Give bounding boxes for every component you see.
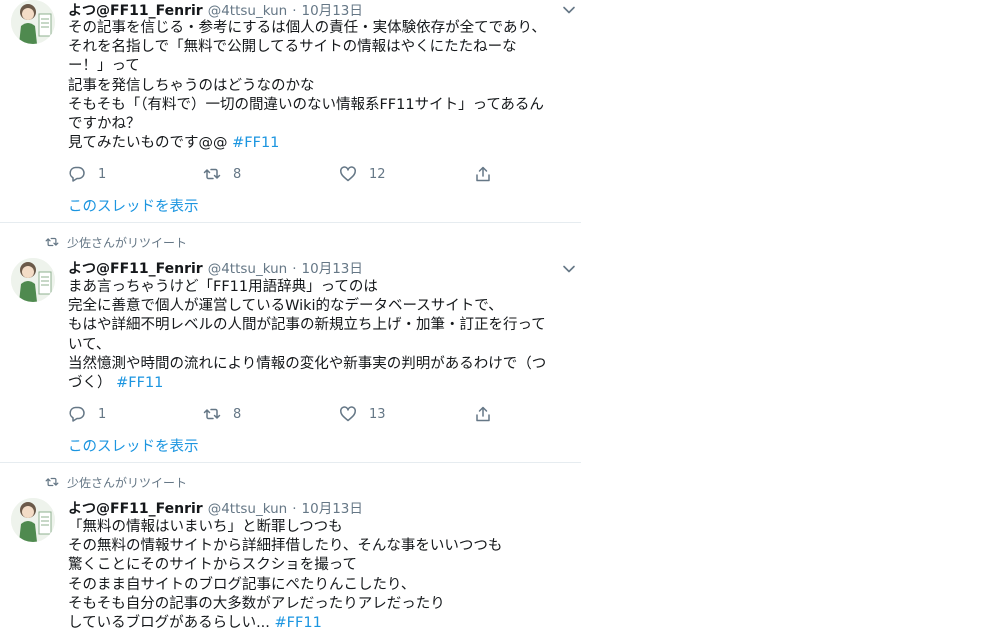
share-icon [476,406,490,422]
heart-icon [340,166,356,182]
tweet-text-line: づく） #FF11 [68,374,573,393]
reply-count: 1 [98,406,107,422]
hashtag-link[interactable]: #FF11 [116,375,163,391]
tweet[interactable]: よつ@FF11_Fenrir @4ttsu_kun · 10月13日 その記事を… [0,0,581,222]
tweet-text-line: そのまま自サイトのブログ記事にぺたりんこしたり、 [68,576,416,593]
reply-icon [69,406,85,422]
tweet-text-line: そもそも自分の記事の大多数がアレだったりアレだったり [68,595,445,612]
tweet-text-segment: 見てみたいものです@@ [68,135,228,152]
retweet-icon [203,168,221,180]
tweet[interactable]: 少佐さんがリツイート よつ@FF11_Fenrir @4ttsu_kun · 1… [0,463,581,633]
retweet-indicator-icon [45,237,59,247]
retweet-count: 8 [233,166,242,182]
hashtag-link[interactable]: #FF11 [275,615,322,631]
share-icon [476,166,490,182]
reply-icon [69,166,85,182]
tweet-text-line: ー！」って [68,58,140,75]
display-name[interactable]: よつ@FF11_Fenrir [68,258,203,278]
display-name[interactable]: よつ@FF11_Fenrir [68,498,203,518]
timestamp[interactable]: 10月13日 [302,497,363,517]
retweet-count: 8 [233,406,242,422]
like-count: 13 [369,406,386,422]
tweet-text-line: 完全に善意で個人が運営しているWiki的なデータベースサイトで、 [68,298,503,315]
tweet-text-line: いて、 [68,336,111,353]
tweet-text-line: 「無料の情報はいまいち」と断罪しつつも [68,519,343,535]
share-button[interactable] [474,164,492,184]
tweet-text-segment: づく） [68,374,112,391]
avatar[interactable] [11,498,55,542]
timestamp[interactable]: 10月13日 [302,257,363,277]
tweet-header: よつ@FF11_Fenrir @4ttsu_kun · 10月13日 [68,497,581,518]
show-thread-link[interactable]: このスレッドを表示 [68,197,199,217]
chevron-down-icon[interactable] [562,262,576,276]
tweet-text: 「無料の情報はいまいち」と断罪しつつも その無料の情報サイトから詳細拝借したり、… [68,518,573,633]
tweet-text-line: ですかね？ [68,115,141,132]
retweeted-by-line[interactable]: 少佐さんがリツイート [45,234,187,250]
reply-count: 1 [98,166,107,182]
tweet-text-line: もはや詳細不明レベルの人間が記事の新規立ち上げ・加筆・訂正を行って [68,317,546,334]
avatar[interactable] [11,258,55,302]
tweet-text-line: しているブログがあるらしい... #FF11 [68,614,573,633]
tweet-text-line: 驚くことにそのサイトからスクショを撮って [68,557,357,574]
heart-icon [340,406,356,422]
user-handle[interactable]: @4ttsu_kun [208,261,288,277]
tweet-text-line: 記事を発信しちゃうのはどうなのかな [68,77,315,94]
retweet-indicator-icon [45,477,59,487]
like-button[interactable]: 13 [339,404,386,424]
tweet-header: よつ@FF11_Fenrir @4ttsu_kun · 10月13日 [68,0,581,20]
retweeted-by-line[interactable]: 少佐さんがリツイート [45,474,187,490]
user-handle[interactable]: @4ttsu_kun [208,3,288,19]
tweet-text: その記事を信じる・参考にするは個人の責任・実体験依存が全てであり、 それを名指し… [68,19,573,153]
separator-dot: · [292,261,297,277]
share-button[interactable] [474,404,492,424]
display-name[interactable]: よつ@FF11_Fenrir [68,0,203,20]
tweet-text-line: そもそも「（有料で）一切の間違いのない情報系FF11サイト」ってあるん [68,96,544,113]
tweet-text: まあ言っちゃうけど「FF11用語辞典」ってのは 完全に善意で個人が運営しているW… [68,278,573,393]
retweet-icon [203,408,221,420]
tweet[interactable]: 少佐さんがリツイート よつ@FF11_Fenrir @4ttsu_kun · 1… [0,223,581,462]
tweet-text-line: まあ言っちゃうけど「FF11用語辞典」ってのは [68,279,378,295]
reply-button[interactable]: 1 [68,164,106,184]
tweet-text-line: 見てみたいものです@@ #FF11 [68,134,573,153]
avatar-image [11,258,55,302]
separator-dot: · [292,501,297,517]
avatar-image [11,0,55,44]
retweet-button[interactable]: 8 [203,164,241,184]
reply-button[interactable]: 1 [68,404,106,424]
tweet-actions: 1 8 13 [68,404,498,424]
hashtag-link[interactable]: #FF11 [232,135,279,151]
tweet-text-line: その記事を信じる・参考にするは個人の責任・実体験依存が全てであり、 [68,20,546,36]
tweet-header: よつ@FF11_Fenrir @4ttsu_kun · 10月13日 [68,257,581,278]
tweet-text-line: 当然憶測や時間の流れにより情報の変化や新事実の判明があるわけで（つ [68,355,547,372]
separator-dot: · [292,3,297,19]
show-thread-link[interactable]: このスレッドを表示 [68,437,199,457]
avatar[interactable] [11,0,55,44]
user-handle[interactable]: @4ttsu_kun [208,501,288,517]
retweeted-by-text: 少佐さんがリツイート [67,235,188,250]
tweet-text-line: それを名指しで「無料で公開してるサイトの情報はやくにたたねーな [68,39,517,56]
tweet-text-segment: しているブログがあるらしい... [68,614,270,631]
like-count: 12 [369,166,386,182]
like-button[interactable]: 12 [339,164,386,184]
chevron-down-icon[interactable] [562,3,576,17]
avatar-image [11,498,55,542]
tweet-text-line: その無料の情報サイトから詳細拝借したり、そんな事をいいつつも [68,538,503,555]
tweet-actions: 1 8 12 [68,164,498,184]
retweeted-by-text: 少佐さんがリツイート [67,475,188,490]
retweet-button[interactable]: 8 [203,404,241,424]
timestamp[interactable]: 10月13日 [302,0,363,19]
